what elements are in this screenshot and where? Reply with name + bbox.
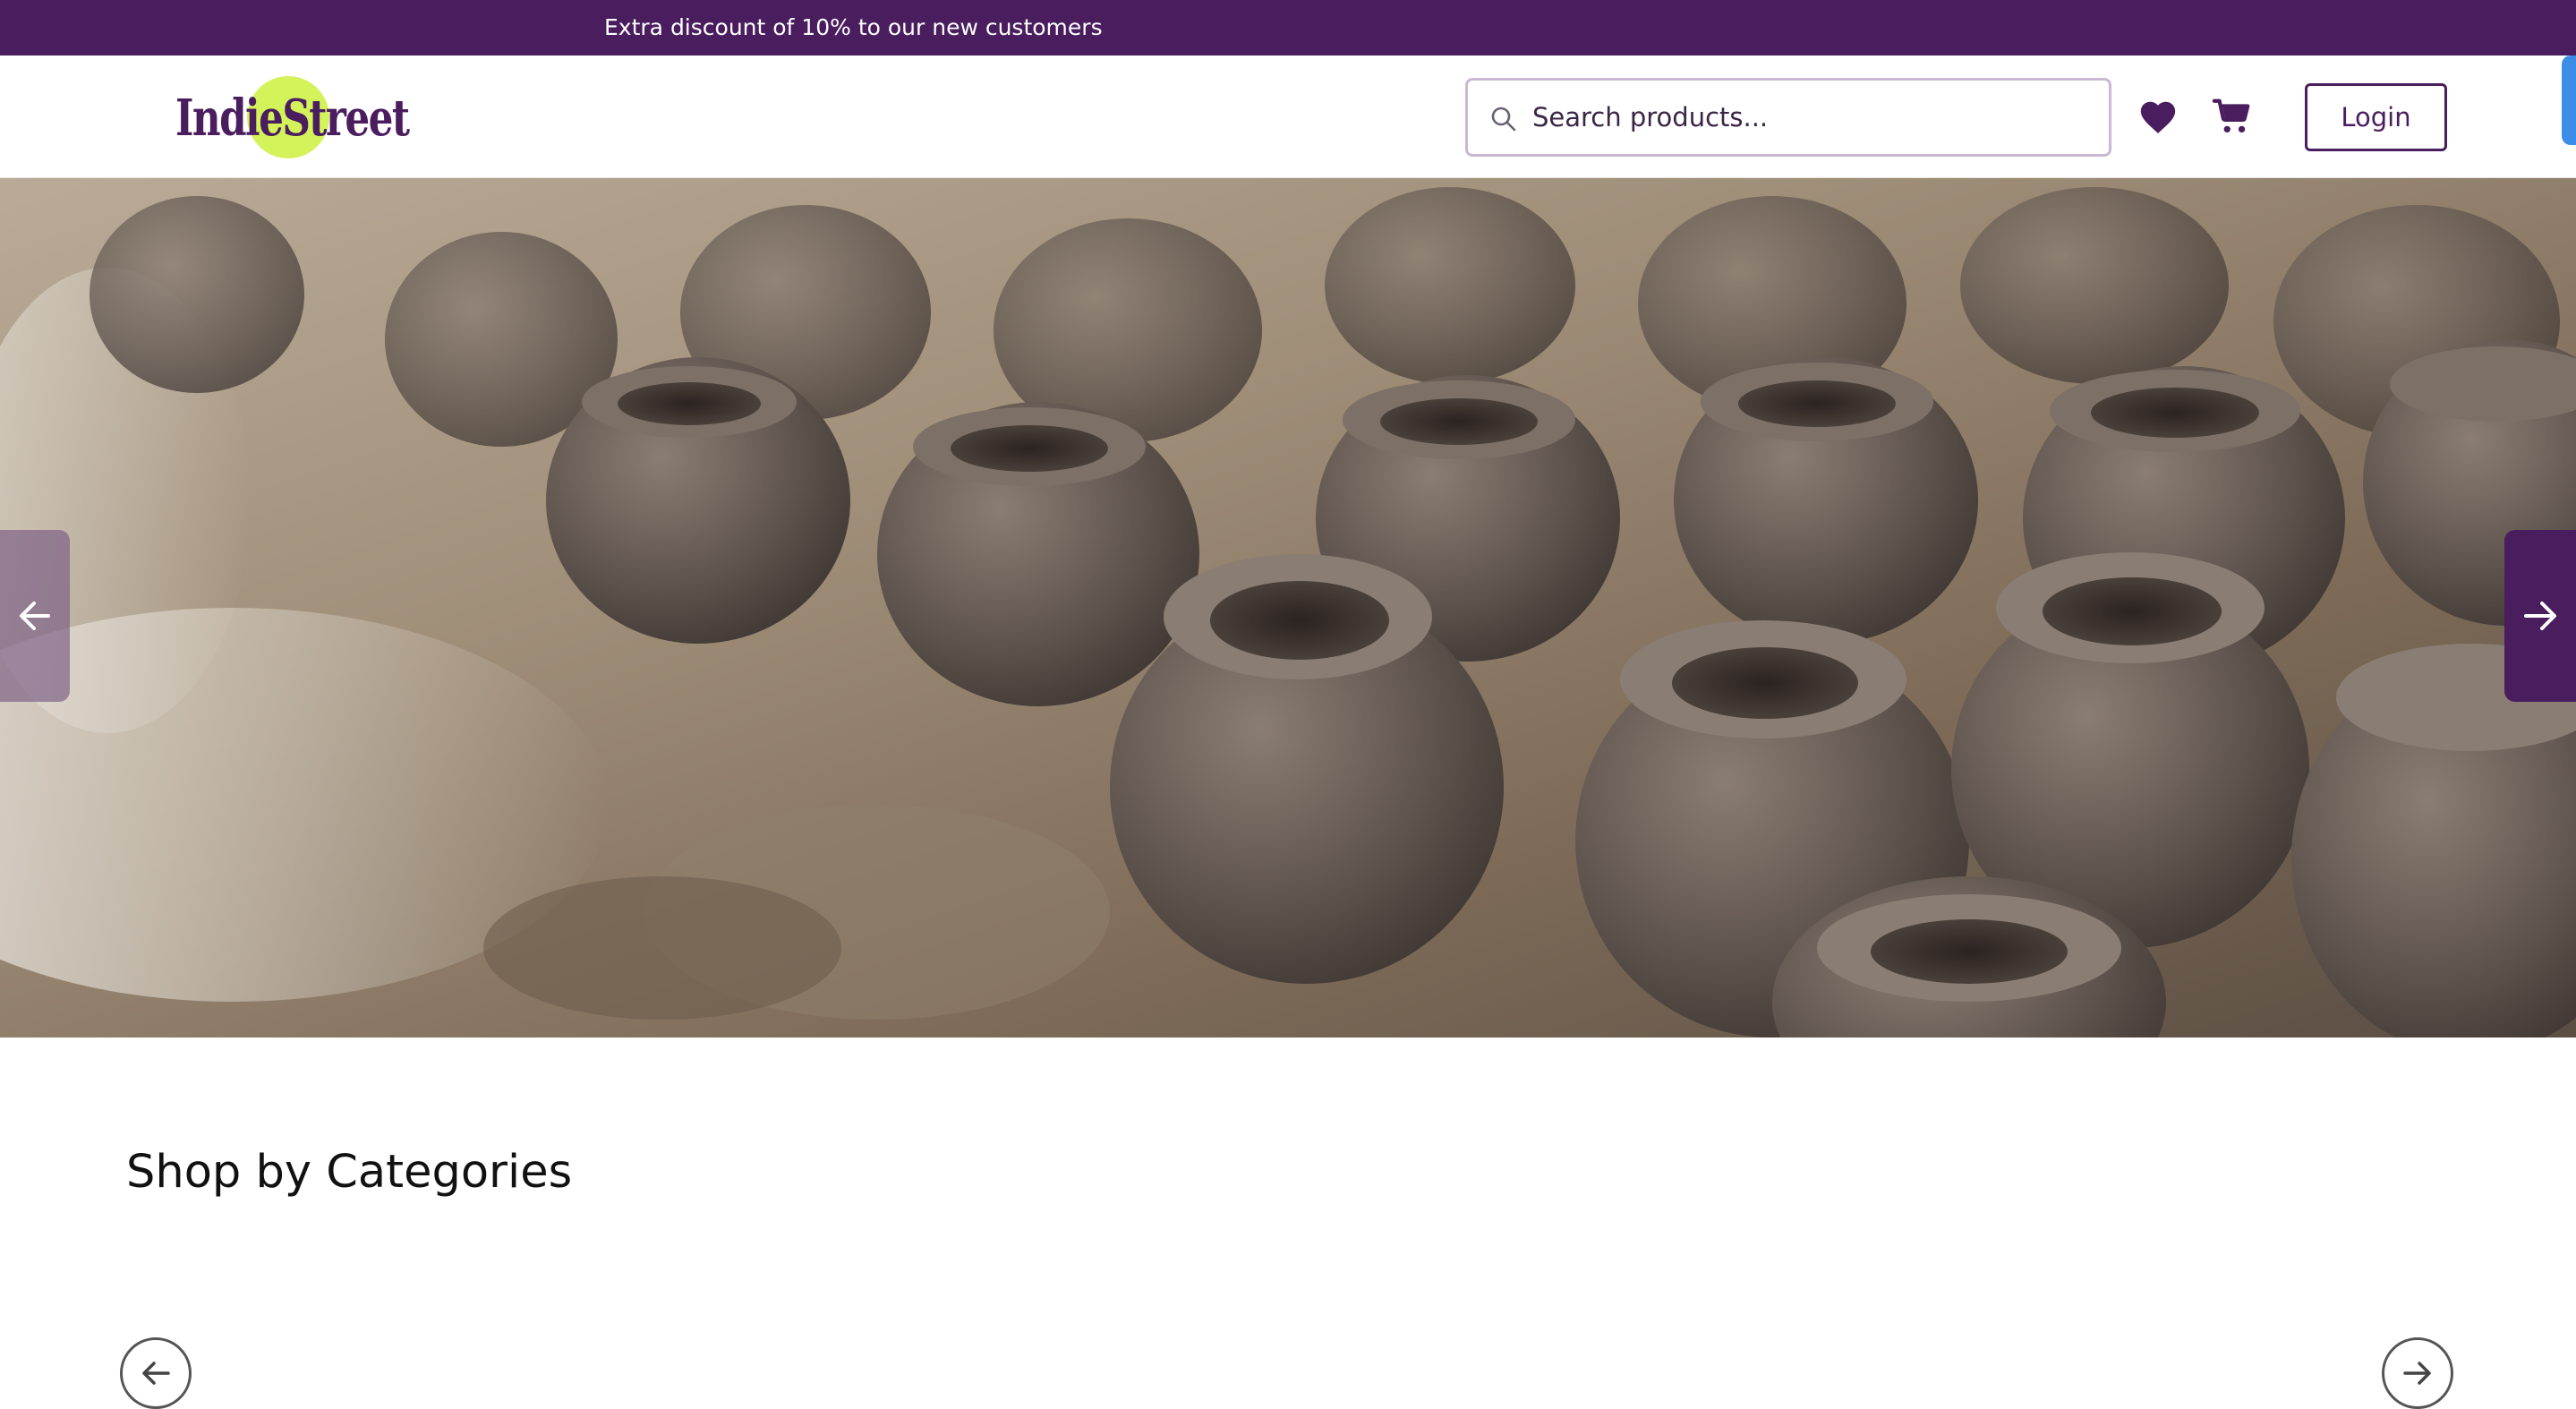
heart-icon[interactable]	[2137, 97, 2179, 138]
hero-next-button[interactable]	[2504, 530, 2576, 702]
announcement-bar: Extra discount of 10% to our new custome…	[0, 0, 2576, 56]
hero-prev-button[interactable]	[0, 530, 70, 702]
arrow-left-icon	[142, 1362, 170, 1385]
search-box[interactable]	[1465, 78, 2111, 157]
categories-heading: Shop by Categories	[126, 1146, 573, 1199]
hero-image	[0, 178, 2576, 1038]
search-icon	[1491, 107, 1516, 132]
login-button[interactable]: Login	[2305, 83, 2447, 151]
announcement-text: Extra discount of 10% to our new custome…	[604, 14, 1103, 40]
logo[interactable]: IndieStreet	[175, 75, 410, 161]
arrow-right-icon	[2403, 1362, 2431, 1385]
arrow-right-icon	[2524, 602, 2556, 630]
hero-banner	[0, 178, 2576, 1038]
categories-next-button[interactable]	[2382, 1337, 2453, 1409]
site-header: IndieStreet Login	[0, 56, 2576, 178]
arrow-left-icon	[20, 602, 50, 630]
categories-prev-button[interactable]	[120, 1337, 192, 1409]
logo-text: IndieStreet	[175, 89, 410, 148]
search-input[interactable]	[1532, 81, 2087, 154]
cart-icon[interactable]	[2212, 96, 2253, 137]
feedback-tab[interactable]	[2562, 56, 2576, 145]
